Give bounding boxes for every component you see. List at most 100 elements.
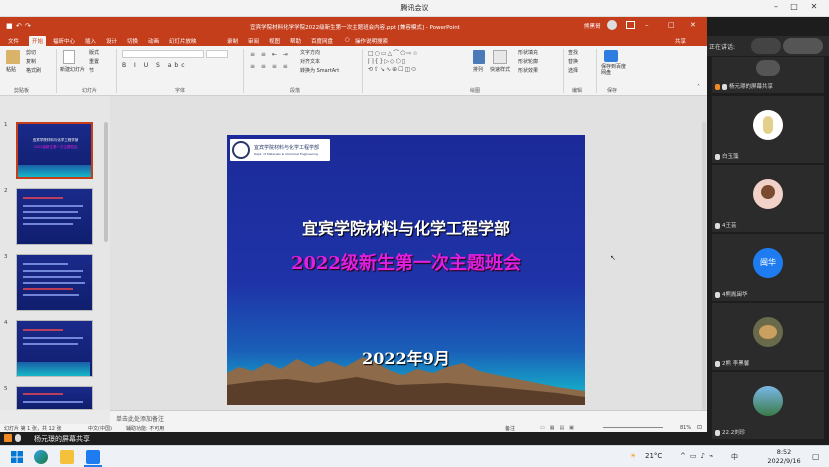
- maximize-icon[interactable]: □: [786, 2, 802, 11]
- tab-view[interactable]: 视图: [269, 37, 280, 45]
- shape-fill-button[interactable]: 形状填充: [518, 49, 538, 56]
- tab-baidu[interactable]: 百度网盘: [311, 37, 333, 45]
- copy-button[interactable]: 复制: [26, 58, 36, 65]
- ppt-close-icon[interactable]: ✕: [690, 21, 696, 29]
- participant-tile[interactable]: 白玉藻: [712, 96, 824, 163]
- undo-icon[interactable]: ↶: [16, 22, 22, 30]
- font-name-select[interactable]: [122, 50, 204, 58]
- participant-tile[interactable]: 杨元璟的屏幕共享: [712, 57, 824, 93]
- close-icon[interactable]: ✕: [806, 2, 822, 11]
- thumbnail-slide-5[interactable]: [16, 386, 93, 410]
- view-buttons[interactable]: ▭▦▤▣: [540, 425, 579, 431]
- arrange-button[interactable]: 排列: [473, 66, 483, 73]
- select-button[interactable]: 选择: [568, 67, 578, 74]
- edge-icon[interactable]: [34, 450, 48, 464]
- shapes-gallery[interactable]: □○▭△⌒⬠⇨☆ ⌈⌉{}▷◇⬡▯ ⟲⇧↘∿⊕☐◫⬭: [368, 50, 458, 74]
- align-text-button[interactable]: 对齐文本: [300, 58, 320, 65]
- shape-effects-button[interactable]: 形状效果: [518, 67, 538, 74]
- share-button[interactable]: 共享: [675, 37, 686, 45]
- find-button[interactable]: 查找: [568, 49, 578, 56]
- notes-toggle[interactable]: 备注: [505, 425, 515, 432]
- meeting-titlebar: 腾讯会议 – □ ✕: [0, 0, 829, 17]
- font-size-select[interactable]: [206, 50, 228, 58]
- shared-screen: ■ ↶ ↷ 宜宾学院材料化学学院2022级新生第一次主题班会内容.ppt [兼容…: [0, 17, 707, 432]
- clock-time[interactable]: 8:52: [760, 448, 808, 456]
- logo-text: 宜宾学院材料与化学工程学部: [254, 145, 320, 151]
- ppt-document-title: 宜宾学院材料化学学院2022级新生第一次主题班会内容.ppt [兼容模式] - …: [250, 25, 460, 31]
- tab-record[interactable]: 录制: [227, 37, 238, 45]
- participant-tile[interactable]: 2熊 李黑馨: [712, 303, 824, 370]
- font-format-buttons[interactable]: B I U S abc: [122, 62, 188, 69]
- redo-icon[interactable]: ↷: [25, 22, 31, 30]
- minimize-icon[interactable]: –: [768, 2, 784, 11]
- replace-button[interactable]: 替换: [568, 58, 578, 65]
- new-slide-icon[interactable]: [63, 50, 75, 64]
- ime-indicator[interactable]: 中: [731, 452, 738, 462]
- section-button[interactable]: 节: [89, 67, 94, 74]
- tab-review[interactable]: 审阅: [248, 37, 259, 45]
- fit-slide-icon[interactable]: ⊡: [697, 424, 702, 431]
- search-tell-me[interactable]: 操作说明搜索: [355, 37, 388, 45]
- thumbnail-slide-2[interactable]: [16, 188, 93, 245]
- save-icon[interactable]: ■: [6, 22, 13, 30]
- participant-tile[interactable]: 22.2刘珍: [712, 372, 824, 439]
- file-explorer-icon[interactable]: [60, 450, 74, 464]
- quick-styles-button[interactable]: 快速样式: [490, 66, 510, 73]
- baidu-cloud-icon[interactable]: [604, 50, 618, 62]
- tab-design[interactable]: 设计: [106, 37, 117, 45]
- align-buttons[interactable]: ≡ ≡ ≡ ≡: [250, 63, 290, 70]
- notification-icon[interactable]: ▢: [812, 452, 820, 461]
- reset-button[interactable]: 重置: [89, 58, 99, 65]
- windows-start-icon[interactable]: [10, 450, 24, 464]
- thumbnail-subtitle: 2022级新生第一次主题班会: [33, 145, 78, 149]
- paste-button[interactable]: 粘贴: [6, 66, 16, 73]
- system-tray-icons[interactable]: ^▭♪⌁: [680, 452, 717, 460]
- arrange-icon[interactable]: [473, 50, 485, 64]
- notes-pane[interactable]: 单击此处添加备注: [110, 410, 707, 424]
- mic-icon: [715, 153, 720, 160]
- slide-thumbnails-pane[interactable]: 1 宜宾学院材料与化学工程学部 2022级新生第一次主题班会 2 3 4 5: [0, 96, 110, 410]
- tencent-meeting-icon[interactable]: [86, 450, 100, 464]
- shape-outline-button[interactable]: 形状轮廓: [518, 58, 538, 65]
- participant-tile[interactable]: 闽华 4熊胤闽华: [712, 234, 824, 301]
- participant-tile[interactable]: 4王芸: [712, 165, 824, 232]
- tab-file[interactable]: 文件: [8, 37, 19, 45]
- thumbnails-scrollbar[interactable]: [104, 122, 108, 242]
- avatar[interactable]: [607, 20, 617, 30]
- ribbon-display-icon[interactable]: [626, 21, 635, 29]
- language-status[interactable]: 中文(中国): [88, 425, 112, 432]
- new-slide-button[interactable]: 新建幻灯片: [60, 66, 85, 73]
- editor-scrollbar[interactable]: [702, 122, 706, 412]
- tab-transitions[interactable]: 切换: [127, 37, 138, 45]
- thumbnail-slide-3[interactable]: [16, 254, 93, 311]
- user-name[interactable]: 熊黑哥: [584, 22, 601, 30]
- quick-styles-icon[interactable]: [493, 50, 507, 64]
- text-direction-button[interactable]: 文字方向: [300, 49, 320, 56]
- ppt-restore-icon[interactable]: □: [668, 21, 675, 29]
- weather-icon[interactable]: ☀: [630, 452, 636, 460]
- tab-help[interactable]: 帮助: [290, 37, 301, 45]
- paste-icon[interactable]: [6, 50, 20, 64]
- smartart-button[interactable]: 转换为 SmartArt: [300, 67, 339, 74]
- zoom-slider[interactable]: [603, 427, 663, 428]
- accessibility-status[interactable]: 辅助功能: 不可用: [126, 425, 164, 432]
- ppt-titlebar: ■ ↶ ↷ 宜宾学院材料化学学院2022级新生第一次主题班会内容.ppt [兼容…: [0, 17, 707, 35]
- tab-slideshow[interactable]: 幻灯片放映: [169, 37, 197, 45]
- ppt-minimize-icon[interactable]: –: [645, 21, 649, 29]
- save-baidu-button[interactable]: 保存到百度网盘: [601, 64, 627, 76]
- temperature[interactable]: 21°C: [645, 452, 662, 460]
- format-painter-button[interactable]: 格式刷: [26, 67, 41, 74]
- tab-home[interactable]: 开始: [29, 36, 47, 46]
- tab-animations[interactable]: 动画: [148, 37, 159, 45]
- thumbnail-slide-4[interactable]: [16, 320, 93, 377]
- tab-insert[interactable]: 插入: [85, 37, 96, 45]
- cut-button[interactable]: 剪切: [26, 49, 36, 56]
- clock-date[interactable]: 2022/9/16: [760, 457, 808, 465]
- current-slide[interactable]: 宜宾学院材料与化学工程学部 Dept. of Materials & Chemi…: [227, 135, 585, 405]
- zoom-level[interactable]: 81%: [680, 425, 691, 431]
- tab-foxit[interactable]: 福昕中心: [53, 37, 75, 45]
- thumbnail-slide-1[interactable]: 宜宾学院材料与化学工程学部 2022级新生第一次主题班会: [16, 122, 93, 179]
- list-buttons[interactable]: ≡ ≡ ⇤ ⇥: [250, 51, 290, 58]
- layout-button[interactable]: 版式: [89, 49, 99, 56]
- collapse-ribbon-icon[interactable]: ˄: [697, 84, 700, 91]
